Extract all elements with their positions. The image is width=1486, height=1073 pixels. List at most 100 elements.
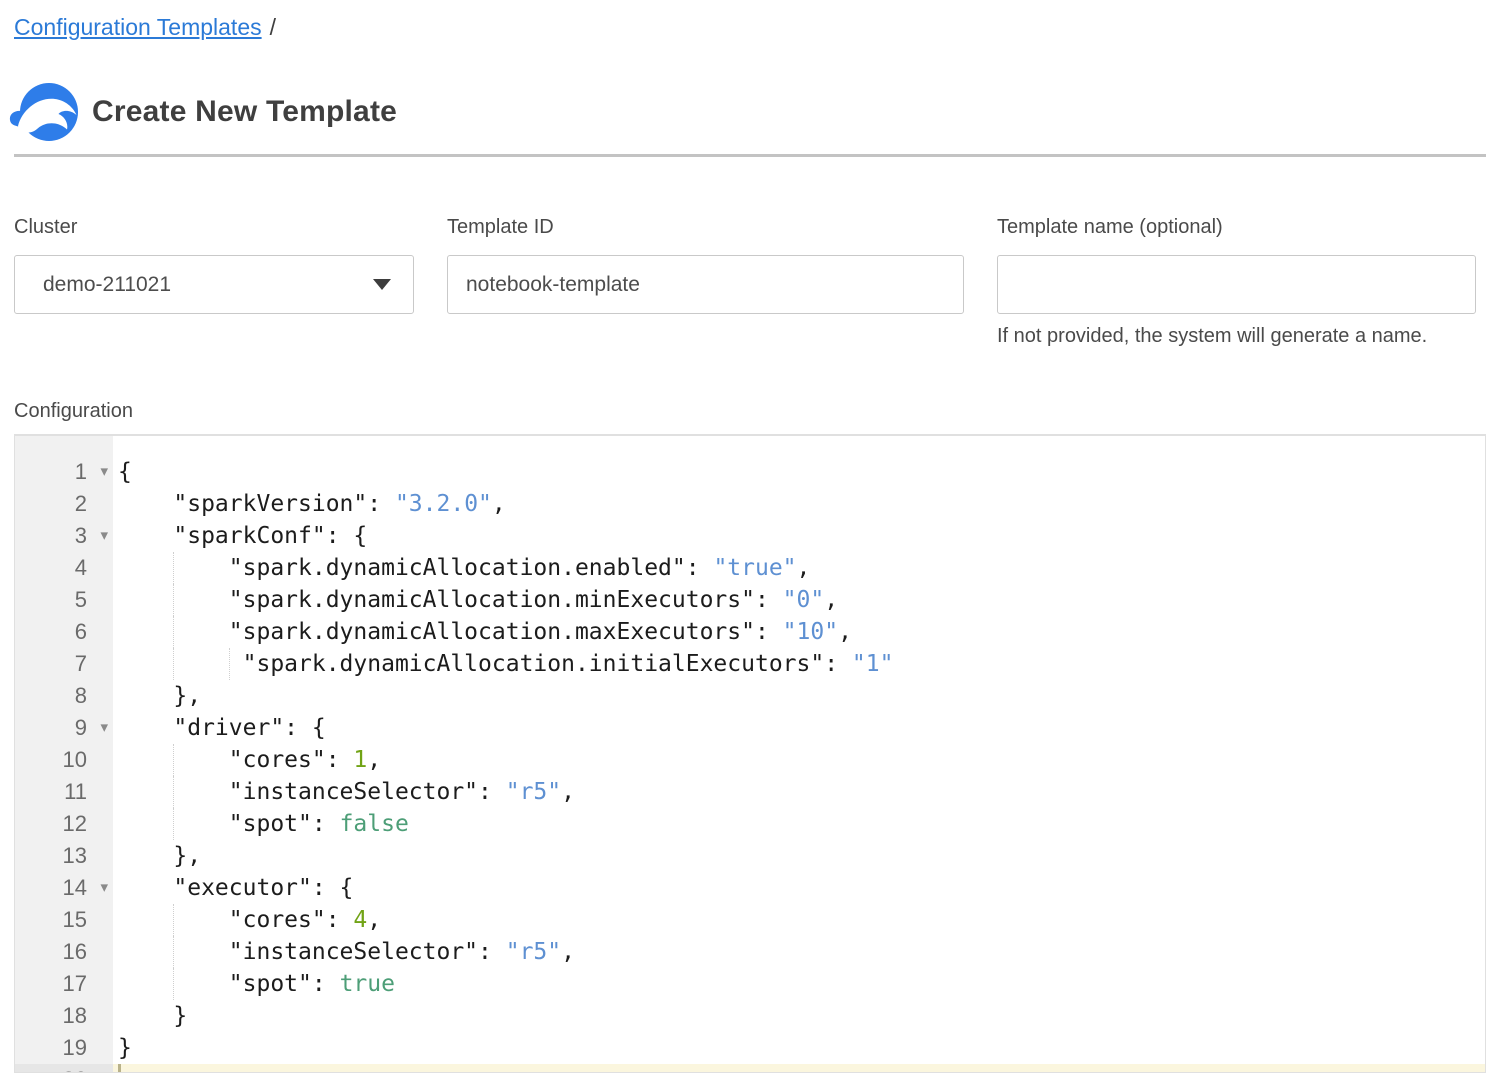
fold-arrow-icon[interactable]: ▾ bbox=[100, 872, 108, 904]
line-number: 18 bbox=[15, 1000, 113, 1032]
code-token: "0" bbox=[783, 587, 825, 613]
cluster-select[interactable]: demo-211021 bbox=[14, 255, 414, 314]
code-token: true bbox=[340, 971, 395, 997]
breadcrumb-separator: / bbox=[270, 14, 276, 40]
template-id-label: Template ID bbox=[447, 216, 964, 239]
fold-arrow-icon[interactable]: ▾ bbox=[100, 456, 108, 488]
configuration-code-editor[interactable]: 1▾23▾456789▾1011121314▾151617181920 { "s… bbox=[14, 434, 1486, 1073]
code-token: 1 bbox=[353, 747, 367, 773]
breadcrumb-link-configuration-templates[interactable]: Configuration Templates bbox=[14, 14, 262, 40]
code-token: , bbox=[367, 747, 381, 773]
template-id-input[interactable] bbox=[447, 255, 964, 314]
indent-guide bbox=[173, 648, 174, 680]
code-token: , bbox=[797, 555, 811, 581]
template-name-field-group: Template name (optional) If not provided… bbox=[997, 216, 1476, 348]
code-line[interactable]: "instanceSelector": "r5", bbox=[113, 936, 1485, 968]
ocean-wave-logo-icon bbox=[8, 82, 78, 142]
template-name-label: Template name (optional) bbox=[997, 216, 1476, 239]
template-name-helper-text: If not provided, the system will generat… bbox=[997, 325, 1476, 348]
code-token: "instanceSelector": bbox=[118, 779, 506, 805]
cluster-field-group: Cluster demo-211021 bbox=[14, 216, 414, 348]
template-form: Cluster demo-211021 Template ID Template… bbox=[14, 216, 1476, 348]
code-line[interactable]: "cores": 1, bbox=[113, 744, 1485, 776]
configuration-label: Configuration bbox=[14, 400, 133, 423]
code-token: "executor": { bbox=[118, 875, 353, 901]
code-token: "spot": bbox=[118, 971, 340, 997]
code-line[interactable]: }, bbox=[113, 840, 1485, 872]
indent-guide bbox=[173, 936, 174, 968]
code-line[interactable]: { bbox=[113, 456, 1485, 488]
line-number: 15 bbox=[15, 904, 113, 936]
code-line[interactable]: "instanceSelector": "r5", bbox=[113, 776, 1485, 808]
code-line[interactable]: "driver": { bbox=[113, 712, 1485, 744]
template-name-input[interactable] bbox=[997, 255, 1476, 314]
code-line[interactable]: "spark.dynamicAllocation.maxExecutors": … bbox=[113, 616, 1485, 648]
line-number: 12 bbox=[15, 808, 113, 840]
line-number: 6 bbox=[15, 616, 113, 648]
code-token: "3.2.0" bbox=[395, 491, 492, 517]
code-line[interactable]: "spark.dynamicAllocation.enabled": "true… bbox=[113, 552, 1485, 584]
code-token: }, bbox=[118, 843, 201, 869]
create-template-page: { "breadcrumb": { "link_label": "Configu… bbox=[0, 0, 1486, 1073]
code-token: "10" bbox=[783, 619, 838, 645]
fold-arrow-icon[interactable]: ▾ bbox=[100, 520, 108, 552]
line-number: 1▾ bbox=[15, 456, 113, 488]
code-line[interactable]: }, bbox=[113, 680, 1485, 712]
code-token: } bbox=[118, 1003, 187, 1029]
code-token: "r5" bbox=[506, 939, 561, 965]
line-number: 14▾ bbox=[15, 872, 113, 904]
line-number: 19 bbox=[15, 1032, 113, 1064]
code-token: "sparkConf": { bbox=[118, 523, 367, 549]
fold-arrow-icon[interactable]: ▾ bbox=[100, 712, 108, 744]
indent-guide bbox=[229, 648, 230, 680]
code-token: "spark.dynamicAllocation.maxExecutors": bbox=[118, 619, 783, 645]
indent-guide bbox=[173, 776, 174, 808]
line-number: 13 bbox=[15, 840, 113, 872]
page-title: Create New Template bbox=[92, 95, 397, 129]
code-token: "cores": bbox=[118, 747, 353, 773]
line-number: 10 bbox=[15, 744, 113, 776]
code-line[interactable]: "spot": false bbox=[113, 808, 1485, 840]
editor-content[interactable]: { "sparkVersion": "3.2.0", "sparkConf": … bbox=[113, 436, 1485, 1072]
code-token: , bbox=[561, 779, 575, 805]
line-number: 7 bbox=[15, 648, 113, 680]
code-line[interactable]: "spark.dynamicAllocation.initialExecutor… bbox=[113, 648, 1485, 680]
line-number: 17 bbox=[15, 968, 113, 1000]
code-line[interactable]: "sparkVersion": "3.2.0", bbox=[113, 488, 1485, 520]
indent-guide bbox=[173, 904, 174, 936]
code-token: "sparkVersion": bbox=[118, 491, 395, 517]
cluster-selected-value: demo-211021 bbox=[43, 273, 171, 297]
code-token: , bbox=[492, 491, 506, 517]
chevron-down-icon bbox=[373, 279, 391, 290]
code-line[interactable]: "executor": { bbox=[113, 872, 1485, 904]
code-line[interactable]: } bbox=[113, 1000, 1485, 1032]
code-token: "cores": bbox=[118, 907, 353, 933]
code-token: "spot": bbox=[118, 811, 340, 837]
code-token: "r5" bbox=[506, 779, 561, 805]
indent-guide bbox=[173, 968, 174, 1000]
code-token: { bbox=[118, 459, 132, 485]
code-token: , bbox=[838, 619, 852, 645]
line-number: 8 bbox=[15, 680, 113, 712]
code-token: }, bbox=[118, 683, 201, 709]
line-number: 9▾ bbox=[15, 712, 113, 744]
code-line[interactable]: "spot": true bbox=[113, 968, 1485, 1000]
editor-gutter: 1▾23▾456789▾1011121314▾151617181920 bbox=[15, 436, 113, 1072]
code-line[interactable]: "spark.dynamicAllocation.minExecutors": … bbox=[113, 584, 1485, 616]
breadcrumb: Configuration Templates / bbox=[14, 14, 276, 41]
line-number: 2 bbox=[15, 488, 113, 520]
code-line[interactable]: } bbox=[113, 1032, 1485, 1064]
code-token: false bbox=[340, 811, 409, 837]
code-token: , bbox=[824, 587, 838, 613]
code-token: , bbox=[561, 939, 575, 965]
code-line[interactable] bbox=[113, 1064, 1485, 1073]
code-token: "driver": { bbox=[118, 715, 326, 741]
line-number: 3▾ bbox=[15, 520, 113, 552]
indent-guide bbox=[173, 584, 174, 616]
indent-guide bbox=[173, 616, 174, 648]
code-line[interactable]: "sparkConf": { bbox=[113, 520, 1485, 552]
code-line[interactable]: "cores": 4, bbox=[113, 904, 1485, 936]
text-cursor bbox=[118, 1064, 121, 1073]
indent-guide bbox=[173, 744, 174, 776]
code-token: "1" bbox=[852, 651, 894, 677]
